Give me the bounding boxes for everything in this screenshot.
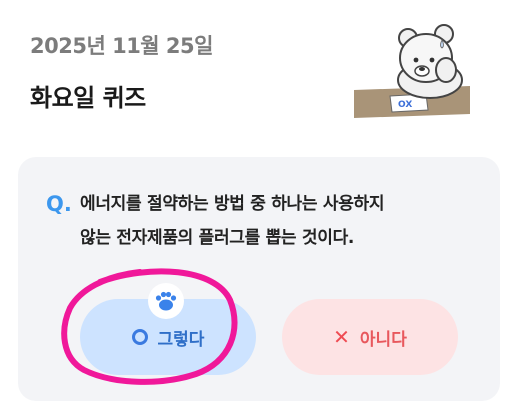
question-line-1: 에너지를 절약하는 방법 중 하나는 사용하지 (80, 194, 385, 214)
bear-thinking-icon: OX (354, 24, 470, 118)
question-line-2: 않는 전자제품의 플러그를 뽑는 것이다. (80, 228, 355, 248)
paw-icon (155, 291, 177, 311)
answer-yes-label: 그렇다 (157, 329, 205, 350)
question-row: Q. 에너지를 절약하는 방법 중 하나는 사용하지 않는 전자제품의 플러그를… (46, 187, 476, 255)
page-title: 화요일 퀴즈 (30, 84, 146, 112)
quiz-header: 2025년 11월 25일 화요일 퀴즈 (30, 30, 213, 113)
x-mark-icon: ✕ (333, 325, 350, 349)
ox-sign-text: OX (398, 100, 412, 110)
answer-no-button[interactable]: ✕ 아니다 (282, 299, 458, 375)
circle-o-icon (131, 329, 148, 345)
answer-no-label: 아니다 (359, 329, 407, 350)
quiz-date: 2025년 11월 25일 (30, 34, 213, 58)
quiz-card: Q. 에너지를 절약하는 방법 중 하나는 사용하지 않는 전자제품의 플러그를… (18, 157, 500, 401)
selected-badge (148, 283, 184, 319)
question-text: 에너지를 절약하는 방법 중 하나는 사용하지 않는 전자제품의 플러그를 뽑는… (80, 187, 385, 255)
question-mark-label: Q. (46, 192, 72, 216)
